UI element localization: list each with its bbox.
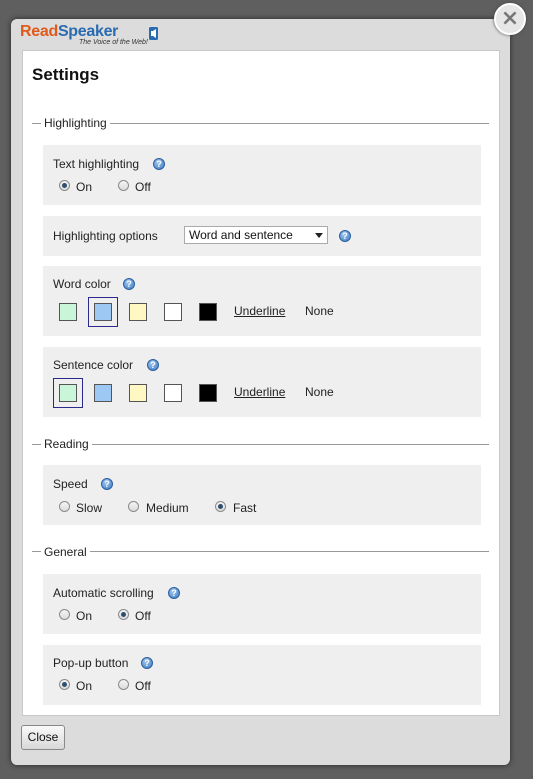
logo-tagline: The Voice of the Web! xyxy=(79,39,148,46)
popup-button-label: Pop-up button xyxy=(53,656,129,670)
section-label-highlighting: Highlighting xyxy=(41,116,110,130)
text-highlighting-off-radio[interactable] xyxy=(118,180,129,191)
word-color-swatch-5[interactable] xyxy=(199,303,217,321)
text-highlighting-label: Text highlighting xyxy=(53,157,140,171)
sentence-color-label: Sentence color xyxy=(53,358,134,372)
popup-button-group: Pop-up button ? On Off xyxy=(43,645,481,705)
readspeaker-logo: ReadSpeaker The Voice of the Web! xyxy=(20,23,180,48)
speed-fast-label[interactable]: Fast xyxy=(233,501,256,515)
automatic-scrolling-group: Automatic scrolling ? On Off xyxy=(43,574,481,634)
word-color-selected-frame xyxy=(88,297,118,327)
help-icon[interactable]: ? xyxy=(101,478,113,490)
auto-scroll-off-label[interactable]: Off xyxy=(135,609,151,623)
sentence-color-swatch-5[interactable] xyxy=(199,384,217,402)
close-button[interactable]: Close xyxy=(21,725,65,750)
auto-scroll-on-radio[interactable] xyxy=(59,609,70,620)
speed-fast-radio[interactable] xyxy=(215,501,226,512)
speed-medium-radio[interactable] xyxy=(128,501,139,512)
help-icon[interactable]: ? xyxy=(141,657,153,669)
word-color-label: Word color xyxy=(53,277,111,291)
popup-on-label[interactable]: On xyxy=(76,679,92,693)
highlighting-options-value: Word and sentence xyxy=(189,228,293,242)
section-label-reading: Reading xyxy=(41,437,92,451)
page-title: Settings xyxy=(32,65,100,84)
help-icon[interactable]: ? xyxy=(123,278,135,290)
popup-off-radio[interactable] xyxy=(118,679,129,690)
word-color-none-option[interactable]: None xyxy=(305,304,334,318)
sentence-color-underline-link[interactable]: Underline xyxy=(234,385,285,399)
word-color-swatch-4[interactable] xyxy=(164,303,182,321)
speed-medium-label[interactable]: Medium xyxy=(146,501,189,515)
popup-on-radio[interactable] xyxy=(59,679,70,690)
popup-off-label[interactable]: Off xyxy=(135,679,151,693)
text-highlighting-on-radio[interactable] xyxy=(59,180,70,191)
text-highlighting-on-label[interactable]: On xyxy=(76,180,92,194)
section-label-general: General xyxy=(41,545,90,559)
automatic-scrolling-label: Automatic scrolling xyxy=(53,586,154,600)
highlighting-options-group: Highlighting options Word and sentence ? xyxy=(43,216,481,256)
speaker-icon xyxy=(149,27,158,40)
chevron-down-icon xyxy=(315,233,323,238)
speed-label: Speed xyxy=(53,477,88,491)
help-icon[interactable]: ? xyxy=(339,230,351,242)
highlighting-options-select[interactable]: Word and sentence xyxy=(184,226,328,244)
sentence-color-none-option[interactable]: None xyxy=(305,385,334,399)
highlighting-options-label: Highlighting options xyxy=(53,229,158,243)
section-divider-reading xyxy=(32,444,489,445)
help-icon[interactable]: ? xyxy=(153,158,165,170)
help-icon[interactable]: ? xyxy=(168,587,180,599)
speed-slow-radio[interactable] xyxy=(59,501,70,512)
sentence-color-swatch-4[interactable] xyxy=(164,384,182,402)
sentence-color-group: Sentence color ? Underline None xyxy=(43,347,481,417)
help-icon[interactable]: ? xyxy=(147,359,159,371)
sentence-color-selected-frame xyxy=(53,378,83,408)
word-color-swatch-1[interactable] xyxy=(59,303,77,321)
settings-dialog: ReadSpeaker The Voice of the Web! Settin… xyxy=(11,19,510,765)
logo-brand-part2: Speaker xyxy=(57,23,119,40)
logo-brand-part1: Read xyxy=(20,23,58,40)
word-color-underline-link[interactable]: Underline xyxy=(234,304,285,318)
text-highlighting-group: Text highlighting ? On Off xyxy=(43,145,481,205)
settings-panel: Settings Highlighting Text highlighting … xyxy=(22,50,500,716)
speed-group: Speed ? Slow Medium Fast xyxy=(43,465,481,525)
sentence-color-swatch-2[interactable] xyxy=(94,384,112,402)
auto-scroll-on-label[interactable]: On xyxy=(76,609,92,623)
sentence-color-swatch-3[interactable] xyxy=(129,384,147,402)
word-color-group: Word color ? Underline None xyxy=(43,266,481,336)
text-highlighting-off-label[interactable]: Off xyxy=(135,180,151,194)
speed-slow-label[interactable]: Slow xyxy=(76,501,102,515)
section-divider-general xyxy=(32,551,489,552)
auto-scroll-off-radio[interactable] xyxy=(118,609,129,620)
word-color-swatch-3[interactable] xyxy=(129,303,147,321)
close-icon[interactable]: × xyxy=(494,3,526,35)
